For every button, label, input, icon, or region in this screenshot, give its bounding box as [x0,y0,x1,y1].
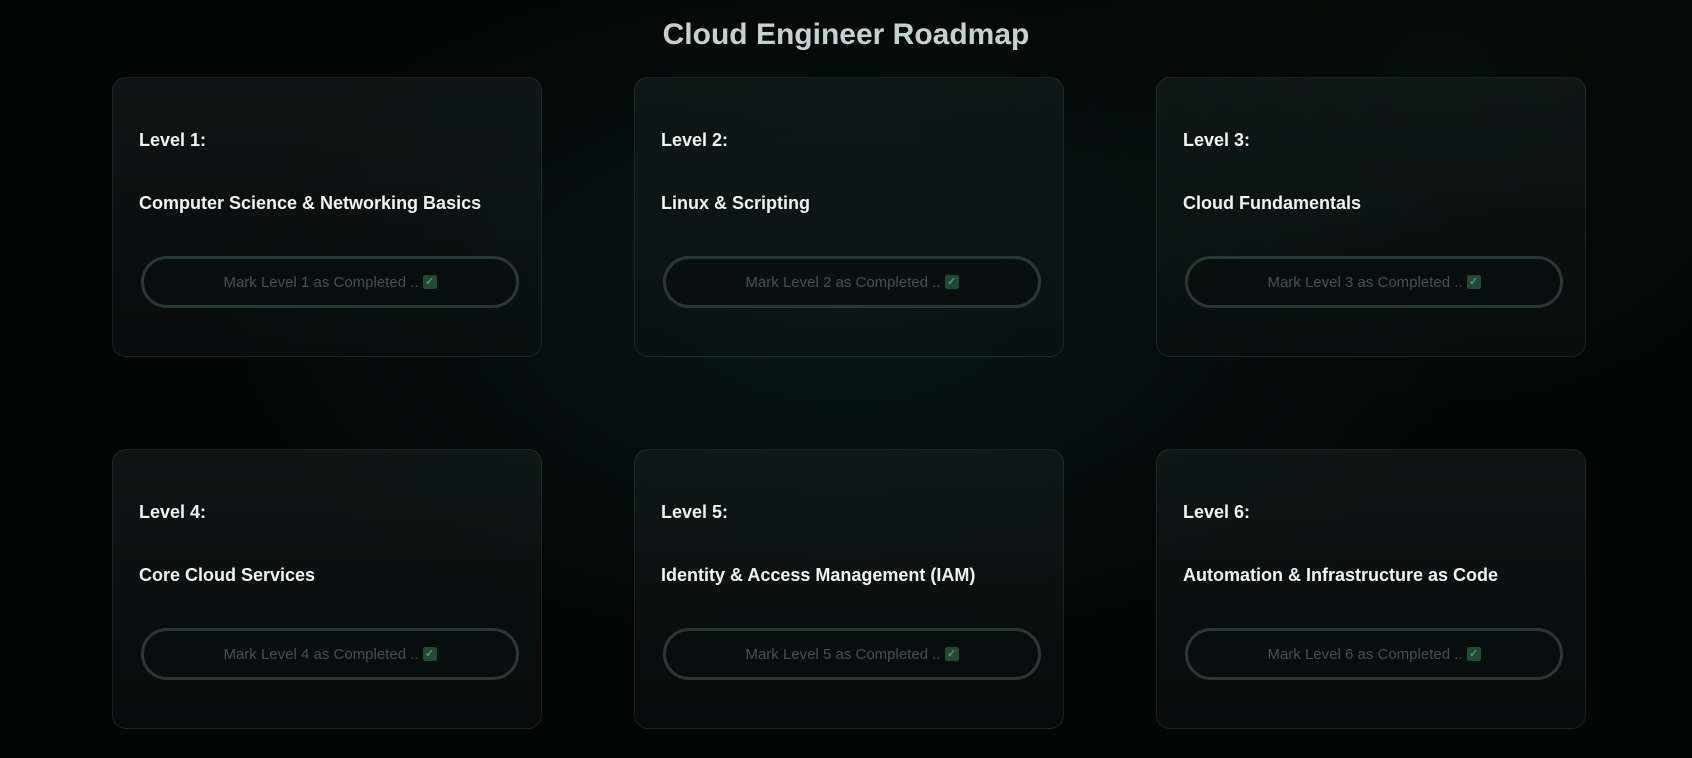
mark-level-3-completed-button[interactable]: Mark Level 3 as Completed .. ✓ [1185,256,1563,308]
level-card-2: Level 2: Linux & Scripting Mark Level 2 … [634,77,1064,357]
button-label: Mark Level 2 as Completed .. [745,273,941,291]
level-label: Level 5: [661,502,729,522]
level-label: Level 1: [139,130,207,150]
level-card-6: Level 6: Automation & Infrastructure as … [1156,449,1586,729]
page-title: Cloud Engineer Roadmap [662,18,1030,51]
check-box-icon: ✓ [1466,647,1481,661]
mark-level-1-completed-button[interactable]: Mark Level 1 as Completed .. ✓ [141,256,519,308]
level-title: Cloud Fundamentals [1183,193,1362,213]
mark-level-4-completed-button[interactable]: Mark Level 4 as Completed .. ✓ [141,628,519,680]
check-box-icon: ✓ [944,647,959,661]
level-label: Level 2: [661,130,729,150]
level-title: Automation & Infrastructure as Code [1183,565,1499,585]
level-card-3: Level 3: Cloud Fundamentals Mark Level 3… [1156,77,1586,357]
button-label: Mark Level 3 as Completed .. [1267,273,1463,291]
mark-level-6-completed-button[interactable]: Mark Level 6 as Completed .. ✓ [1185,628,1563,680]
level-card-1: Level 1: Computer Science & Networking B… [112,77,542,357]
check-box-icon: ✓ [1466,275,1481,289]
level-title: Linux & Scripting [661,193,811,213]
button-label: Mark Level 1 as Completed .. [223,273,419,291]
level-label: Level 3: [1183,130,1251,150]
mark-level-2-completed-button[interactable]: Mark Level 2 as Completed .. ✓ [663,256,1041,308]
level-title: Identity & Access Management (IAM) [661,565,976,585]
level-title: Core Cloud Services [139,565,316,585]
level-label: Level 6: [1183,502,1251,522]
button-label: Mark Level 6 as Completed .. [1267,645,1463,663]
level-title: Computer Science & Networking Basics [139,193,482,213]
button-label: Mark Level 5 as Completed .. [745,645,941,663]
check-box-icon: ✓ [422,275,437,289]
check-box-icon: ✓ [944,275,959,289]
level-card-4: Level 4: Core Cloud Services Mark Level … [112,449,542,729]
mark-level-5-completed-button[interactable]: Mark Level 5 as Completed .. ✓ [663,628,1041,680]
button-label: Mark Level 4 as Completed .. [223,645,419,663]
check-box-icon: ✓ [422,647,437,661]
level-card-5: Level 5: Identity & Access Management (I… [634,449,1064,729]
level-label: Level 4: [139,502,207,522]
